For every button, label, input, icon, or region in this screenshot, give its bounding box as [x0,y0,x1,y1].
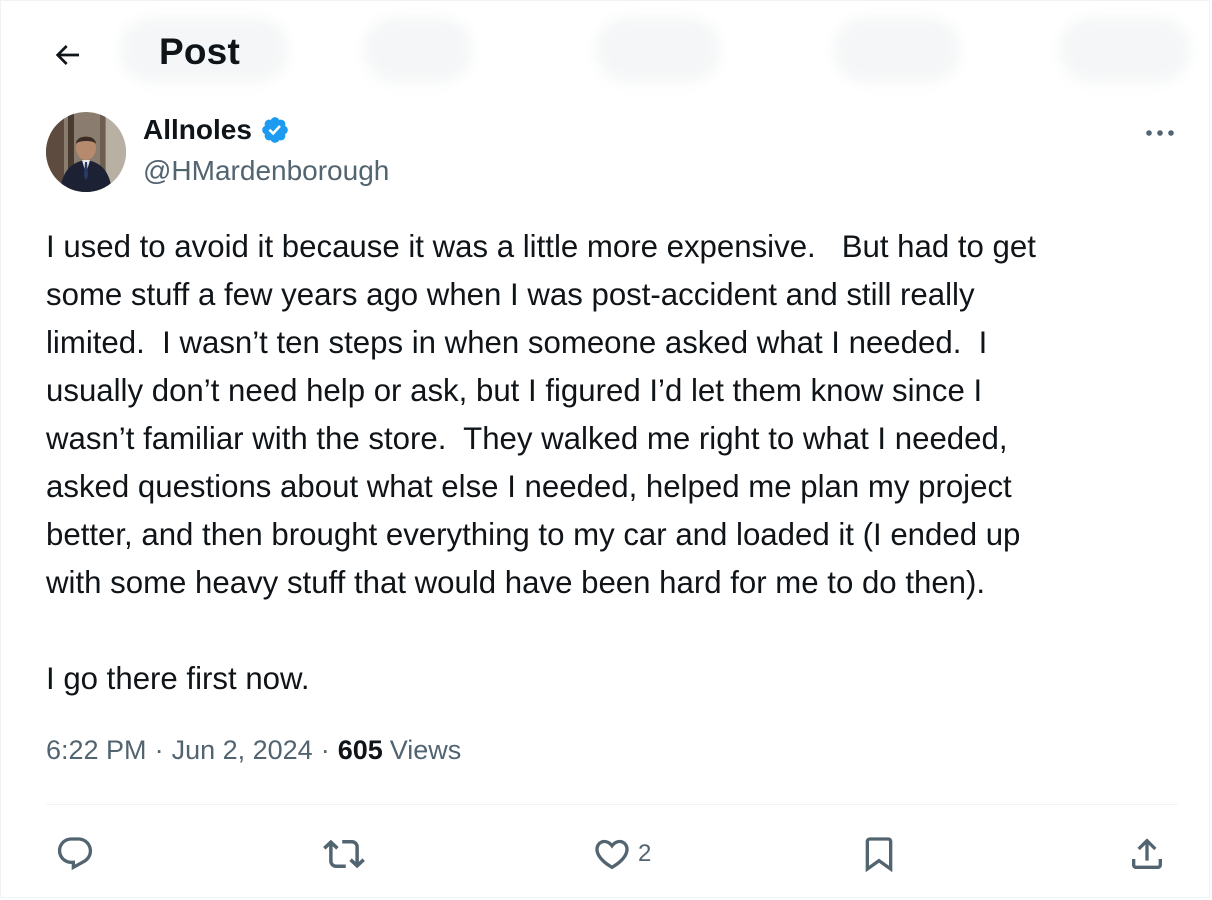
more-options-button[interactable] [1137,113,1183,153]
divider [46,804,1178,805]
separator-dot: · [320,735,330,765]
author-name[interactable]: Allnoles [143,114,290,146]
repost-icon [323,833,365,875]
display-name-text: Allnoles [143,114,252,145]
more-dots-icon [1145,129,1175,137]
top-bar: Post [1,1,1211,107]
post-text: I used to avoid it because it was a litt… [46,229,1036,696]
post-page: Post Allnoles @HMardenborough I used to … [0,0,1210,898]
post-time[interactable]: 6:22 PM [46,735,147,766]
like-count: 2 [638,840,652,867]
reply-icon [55,834,95,874]
arrow-left-icon [51,39,83,71]
views-count: 605 [337,735,383,765]
reply-button[interactable] [55,831,101,877]
like-button[interactable]: 2 [592,831,651,877]
post-metadata: 6:22 PM · Jun 2, 2024 · 605 Views [46,735,461,766]
post-date[interactable]: Jun 2, 2024 [172,735,313,766]
avatar[interactable] [46,112,126,192]
bookmark-button[interactable] [859,831,905,877]
author-handle[interactable]: @HMardenborough [143,155,389,187]
page-title: Post [159,31,240,72]
heart-icon [592,834,632,874]
share-icon [1127,834,1167,874]
share-button[interactable] [1127,831,1173,877]
separator-dot: · [154,735,164,765]
views-label: Views [389,735,462,765]
repost-button[interactable] [323,831,371,877]
bookmark-icon [859,834,899,874]
verified-badge-icon[interactable] [260,115,290,145]
back-button[interactable] [37,25,97,85]
